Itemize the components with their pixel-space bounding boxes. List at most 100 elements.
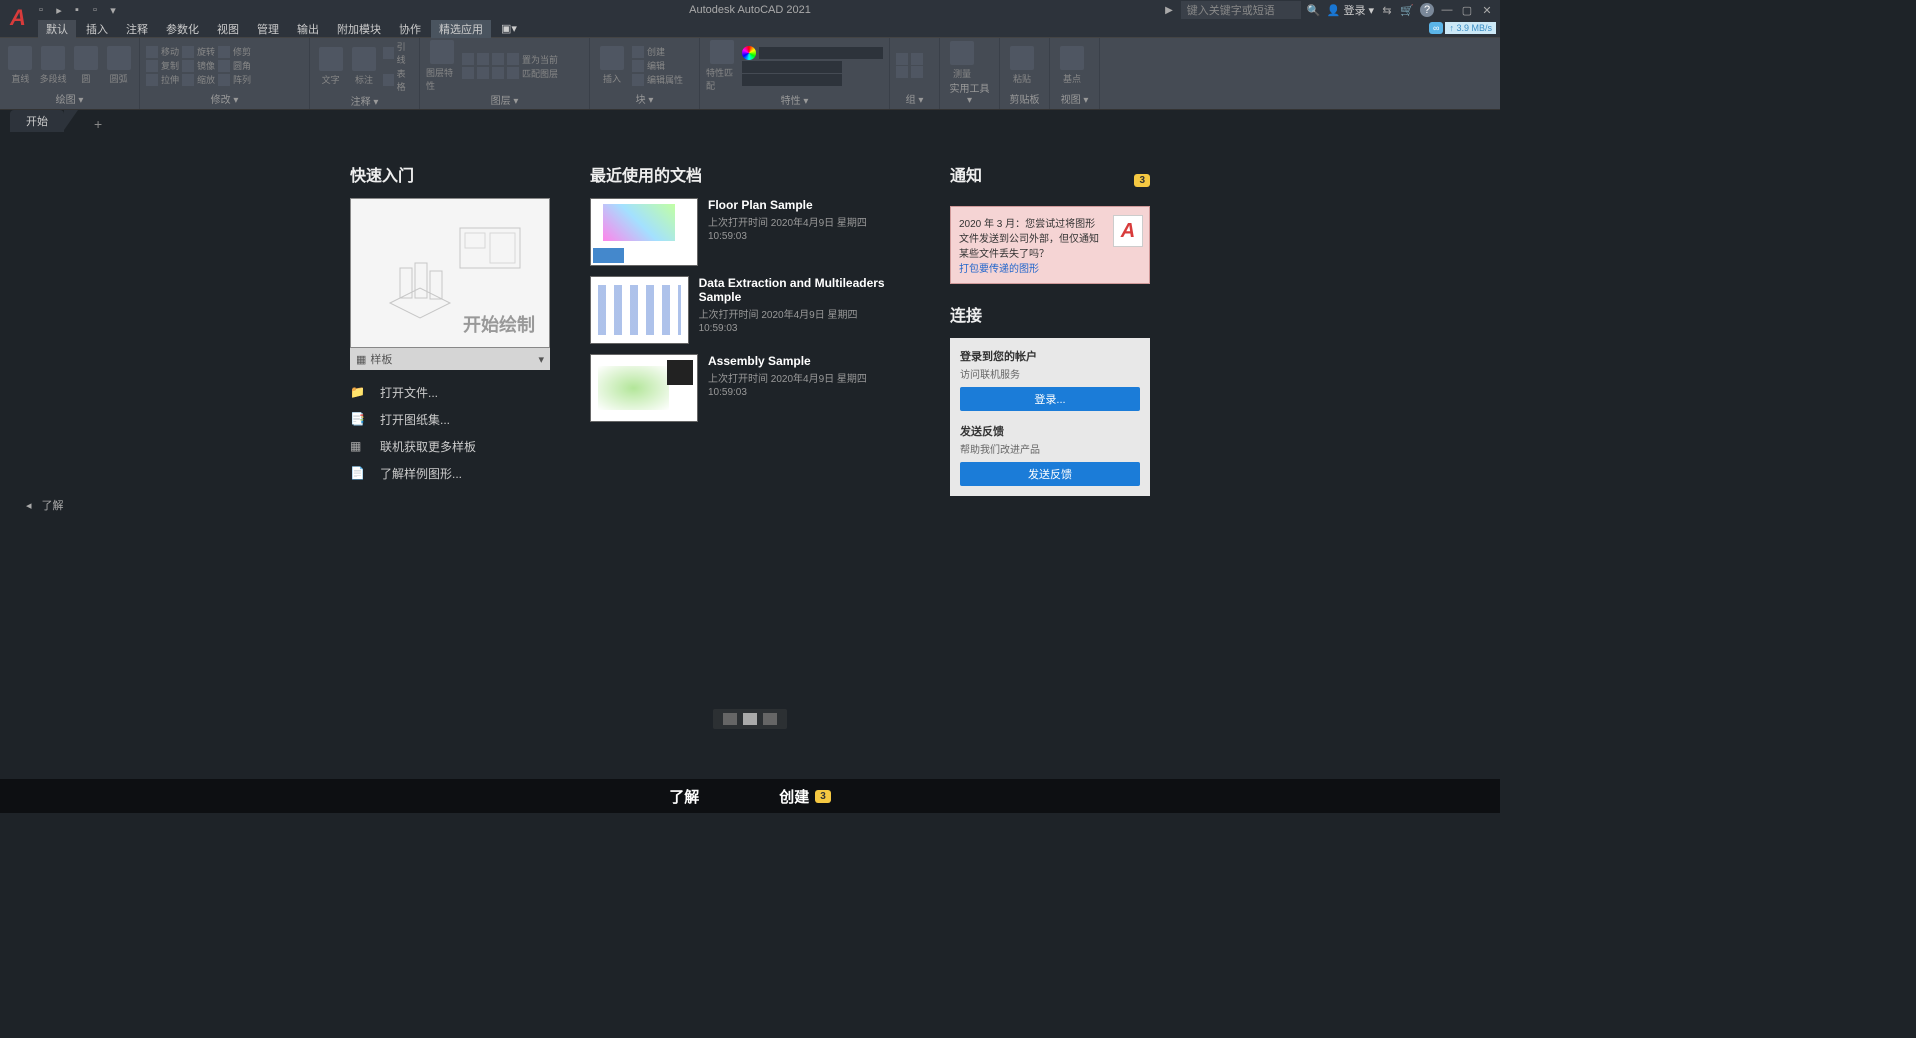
learn-nav-left[interactable]: ◂ 了解 <box>26 497 64 513</box>
ribbon-block-create[interactable]: 创建 <box>647 45 665 58</box>
feedback-action-button[interactable]: 发送反馈 <box>960 462 1140 486</box>
help-icon[interactable]: ? <box>1420 3 1434 17</box>
bottom-tab-learn[interactable]: 了解 <box>669 786 699 807</box>
ribbon-stretch[interactable]: 拉伸 <box>161 73 179 86</box>
table-icon <box>383 74 394 86</box>
ribbon-text-button[interactable]: 文字 <box>316 40 345 93</box>
login-label: 登录 <box>1343 2 1365 18</box>
ribbon-circle-button[interactable]: 圆 <box>72 40 101 91</box>
ribbon-panel-props-label[interactable]: 特性 ▾ <box>706 92 883 108</box>
ribbon-insert-button[interactable]: 插入 <box>596 40 628 91</box>
recent-item[interactable]: Data Extraction and Multileaders Sample … <box>590 276 910 344</box>
ribbon-tab-annotate[interactable]: 注释 <box>118 20 156 38</box>
bottom-tab-create[interactable]: 创建 3 <box>779 786 831 807</box>
notification-card[interactable]: 2020 年 3 月：您尝试过将图形文件发送到公司外部，但仅通知某些文件丢失了吗… <box>950 206 1150 284</box>
ribbon-tab-featured[interactable]: 精选应用 <box>431 20 491 38</box>
ribbon-tab-default[interactable]: 默认 <box>38 20 76 38</box>
ribbon-panel-layers-label[interactable]: 图层 ▾ <box>426 92 583 108</box>
ribbon-leader[interactable]: 引线 <box>397 40 413 66</box>
arc-icon <box>107 46 131 70</box>
ribbon-trim[interactable]: 修剪 <box>233 45 251 58</box>
lineweight-dropdown[interactable] <box>742 61 842 73</box>
ribbon-tab-manage[interactable]: 管理 <box>249 20 287 38</box>
recent-item[interactable]: Floor Plan Sample 上次打开时间 2020年4月9日 星期四 1… <box>590 198 910 266</box>
color-dropdown[interactable] <box>759 47 883 59</box>
ribbon-panel-draw-label[interactable]: 绘图 ▾ <box>6 91 133 107</box>
document-tabs: 开始 + <box>0 110 1500 132</box>
ribbon-array[interactable]: 阵列 <box>233 73 251 86</box>
group-icon[interactable] <box>896 53 908 65</box>
move-icon <box>146 46 158 58</box>
ribbon-panel-annotate-label[interactable]: 注释 ▾ <box>316 93 413 109</box>
exchange-icon[interactable]: ⇆ <box>1380 3 1394 17</box>
circle-icon <box>74 46 98 70</box>
ribbon-tab-addins[interactable]: 附加模块 <box>329 20 389 38</box>
ribbon-tab-extra-icon[interactable]: ▣▾ <box>493 21 525 36</box>
ribbon-dimension-button[interactable]: 标注 <box>349 40 378 93</box>
ribbon-basepoint-button[interactable]: 基点 <box>1056 40 1088 91</box>
view-mode-list-icon[interactable] <box>723 713 737 725</box>
tab-start[interactable]: 开始 <box>10 110 64 132</box>
ribbon-rotate[interactable]: 旋转 <box>197 45 215 58</box>
minimize-button[interactable]: — <box>1440 3 1454 17</box>
ribbon-panel-util-label[interactable]: 实用工具 ▾ <box>946 80 993 107</box>
cloud-badge[interactable]: ∞ <box>1429 22 1443 34</box>
ribbon-measure-button[interactable]: 测量 <box>946 40 978 80</box>
ribbon-tabs: 默认 插入 注释 参数化 视图 管理 输出 附加模块 协作 精选应用 ▣▾ <box>0 20 1500 38</box>
recent-name: Assembly Sample <box>708 354 867 368</box>
ribbon-tab-collaborate[interactable]: 协作 <box>391 20 429 38</box>
search-icon[interactable]: 🔍 <box>1307 3 1321 17</box>
ribbon-tab-view[interactable]: 视图 <box>209 20 247 38</box>
ribbon-copy[interactable]: 复制 <box>161 59 179 72</box>
open-sheetset-link[interactable]: 📑打开图纸集... <box>350 411 550 428</box>
ribbon-line-button[interactable]: 直线 <box>6 40 35 91</box>
ribbon-block-attr[interactable]: 编辑属性 <box>647 73 683 86</box>
new-tab-button[interactable]: + <box>94 116 102 132</box>
login-button[interactable]: 👤 登录 ▾ <box>1327 2 1374 18</box>
ribbon-paste-button[interactable]: 粘贴 <box>1006 40 1038 91</box>
notification-link[interactable]: 打包要传递的图形 <box>959 264 1039 275</box>
ribbon-panel-block-label[interactable]: 块 ▾ <box>596 91 693 107</box>
ribbon-panel-modify-label[interactable]: 修改 ▾ <box>146 91 303 107</box>
chevron-down-icon: ▾ <box>538 353 544 366</box>
ribbon-tab-output[interactable]: 输出 <box>289 20 327 38</box>
qat-save-icon[interactable]: ▪ <box>70 3 84 17</box>
qat-open-icon[interactable]: ▸ <box>52 3 66 17</box>
ribbon-panel-group-label[interactable]: 组 ▾ <box>896 91 933 107</box>
ribbon-move[interactable]: 移动 <box>161 45 179 58</box>
open-file-link[interactable]: 📁打开文件... <box>350 384 550 401</box>
linetype-dropdown[interactable] <box>742 74 842 86</box>
ribbon-panel-view-label[interactable]: 视图 ▾ <box>1056 91 1093 107</box>
search-input[interactable]: 键入关键字或短语 <box>1181 1 1301 19</box>
sample-drawings-link[interactable]: 📄了解样例图形... <box>350 465 550 482</box>
recent-item[interactable]: Assembly Sample 上次打开时间 2020年4月9日 星期四 10:… <box>590 354 910 422</box>
ribbon-polyline-button[interactable]: 多段线 <box>39 40 68 91</box>
online-templates-link[interactable]: ▦联机获取更多样板 <box>350 438 550 455</box>
view-mode-detail-icon[interactable] <box>743 713 757 725</box>
grid-icon: ▦ <box>356 353 366 366</box>
ribbon-matchlayer[interactable]: 匹配图层 <box>522 67 558 80</box>
ribbon-scale[interactable]: 缩放 <box>197 73 215 86</box>
maximize-button[interactable]: ▢ <box>1460 3 1474 17</box>
ribbon-panel-clipboard-label[interactable]: 剪贴板 <box>1006 91 1043 107</box>
ribbon-mirror[interactable]: 镜像 <box>197 59 215 72</box>
ribbon-matchprops-button[interactable]: 特性匹配 <box>706 40 738 92</box>
ribbon-table[interactable]: 表格 <box>397 67 413 93</box>
ribbon-fillet[interactable]: 圆角 <box>233 59 251 72</box>
qat-new-icon[interactable]: ▫ <box>34 3 48 17</box>
ribbon-block-edit[interactable]: 编辑 <box>647 59 665 72</box>
cart-icon[interactable]: 🛒 <box>1400 3 1414 17</box>
qat-dropdown-icon[interactable]: ▾ <box>106 3 120 17</box>
login-action-button[interactable]: 登录... <box>960 387 1140 411</box>
app-logo[interactable]: A <box>4 2 32 34</box>
ribbon-setcurrent[interactable]: 置为当前 <box>522 53 558 66</box>
close-button[interactable]: ✕ <box>1480 3 1494 17</box>
view-mode-grid-icon[interactable] <box>763 713 777 725</box>
ribbon-tab-parametric[interactable]: 参数化 <box>158 20 207 38</box>
ribbon-tab-insert[interactable]: 插入 <box>78 20 116 38</box>
template-dropdown[interactable]: ▦样板 ▾ <box>350 348 550 370</box>
qat-saveas-icon[interactable]: ▫ <box>88 3 102 17</box>
ribbon-layerprops-button[interactable]: 图层特性 <box>426 40 458 92</box>
start-drawing-card[interactable]: 开始绘制 <box>350 198 550 348</box>
ribbon-arc-button[interactable]: 圆弧 <box>104 40 133 91</box>
